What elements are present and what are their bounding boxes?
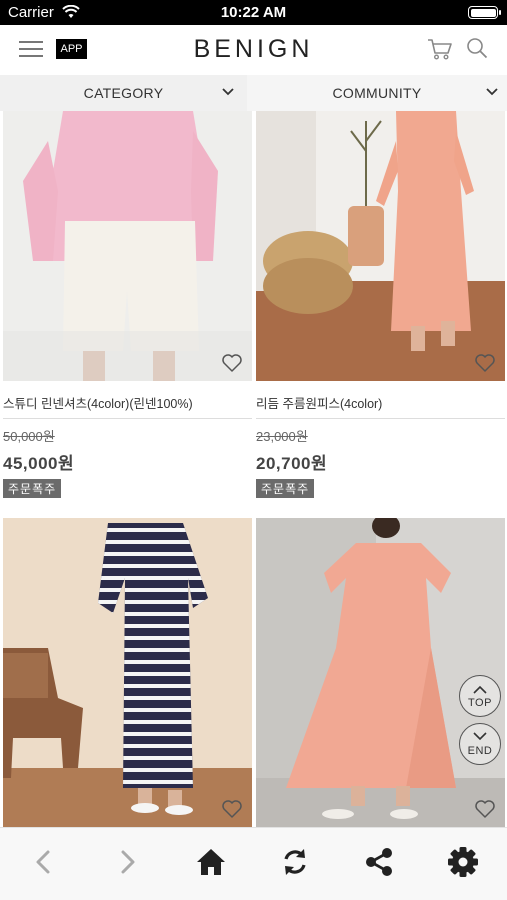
product-image[interactable] bbox=[256, 111, 505, 381]
chevron-down-icon bbox=[486, 88, 498, 96]
status-badge: 주문폭주 bbox=[3, 479, 62, 498]
original-price: 23,000원 bbox=[256, 429, 308, 444]
cart-icon[interactable] bbox=[427, 37, 453, 61]
chevron-up-icon bbox=[473, 685, 487, 694]
sale-price: 20,700원 bbox=[256, 454, 328, 473]
original-price: 50,000원 bbox=[3, 429, 55, 444]
clock: 10:22 AM bbox=[220, 4, 287, 21]
forward-icon[interactable] bbox=[110, 846, 144, 878]
battery-icon bbox=[468, 6, 501, 19]
search-icon[interactable] bbox=[466, 37, 488, 59]
tab-category[interactable]: CATEGORY bbox=[0, 75, 247, 111]
scroll-end-button[interactable]: END bbox=[459, 723, 501, 765]
product-card[interactable]: 리듬 주름원피스(4color) 23,000원 20,700원 주문폭주 bbox=[256, 111, 505, 498]
bottom-toolbar bbox=[0, 827, 507, 900]
heart-icon[interactable] bbox=[474, 799, 496, 819]
product-card[interactable]: 스튜디 린넨셔츠(4color)(린넨100%) 50,000원 45,000원… bbox=[3, 111, 252, 498]
app-header: APP BENIGN bbox=[0, 25, 507, 75]
status-bar: Carrier 10:22 AM bbox=[0, 0, 507, 25]
heart-icon[interactable] bbox=[221, 799, 243, 819]
product-name[interactable]: 리듬 주름원피스(4color) bbox=[256, 393, 505, 419]
product-image[interactable] bbox=[3, 518, 252, 827]
home-icon[interactable] bbox=[194, 846, 228, 878]
product-image[interactable] bbox=[3, 111, 252, 381]
product-grid: 스튜디 린넨셔츠(4color)(린넨100%) 50,000원 45,000원… bbox=[0, 111, 507, 827]
chevron-down-icon bbox=[222, 88, 234, 96]
product-card[interactable] bbox=[3, 518, 252, 827]
tab-community-label: COMMUNITY bbox=[332, 85, 422, 101]
chevron-down-icon bbox=[473, 732, 487, 741]
scroll-end-label: END bbox=[467, 745, 493, 757]
product-card[interactable] bbox=[256, 518, 505, 827]
tab-category-label: CATEGORY bbox=[83, 85, 164, 101]
sale-price: 45,000원 bbox=[3, 454, 75, 473]
heart-icon[interactable] bbox=[474, 353, 496, 373]
back-icon[interactable] bbox=[27, 846, 61, 878]
scroll-top-button[interactable]: TOP bbox=[459, 675, 501, 717]
product-name[interactable]: 스튜디 린넨셔츠(4color)(린넨100%) bbox=[3, 393, 252, 419]
status-badge: 주문폭주 bbox=[256, 479, 315, 498]
settings-icon[interactable] bbox=[446, 846, 480, 878]
product-image[interactable] bbox=[256, 518, 505, 827]
share-icon[interactable] bbox=[362, 846, 396, 878]
heart-icon[interactable] bbox=[221, 353, 243, 373]
tab-community[interactable]: COMMUNITY bbox=[247, 75, 507, 111]
refresh-icon[interactable] bbox=[278, 846, 312, 878]
category-tabs: CATEGORY COMMUNITY bbox=[0, 75, 507, 111]
scroll-top-label: TOP bbox=[468, 697, 492, 709]
